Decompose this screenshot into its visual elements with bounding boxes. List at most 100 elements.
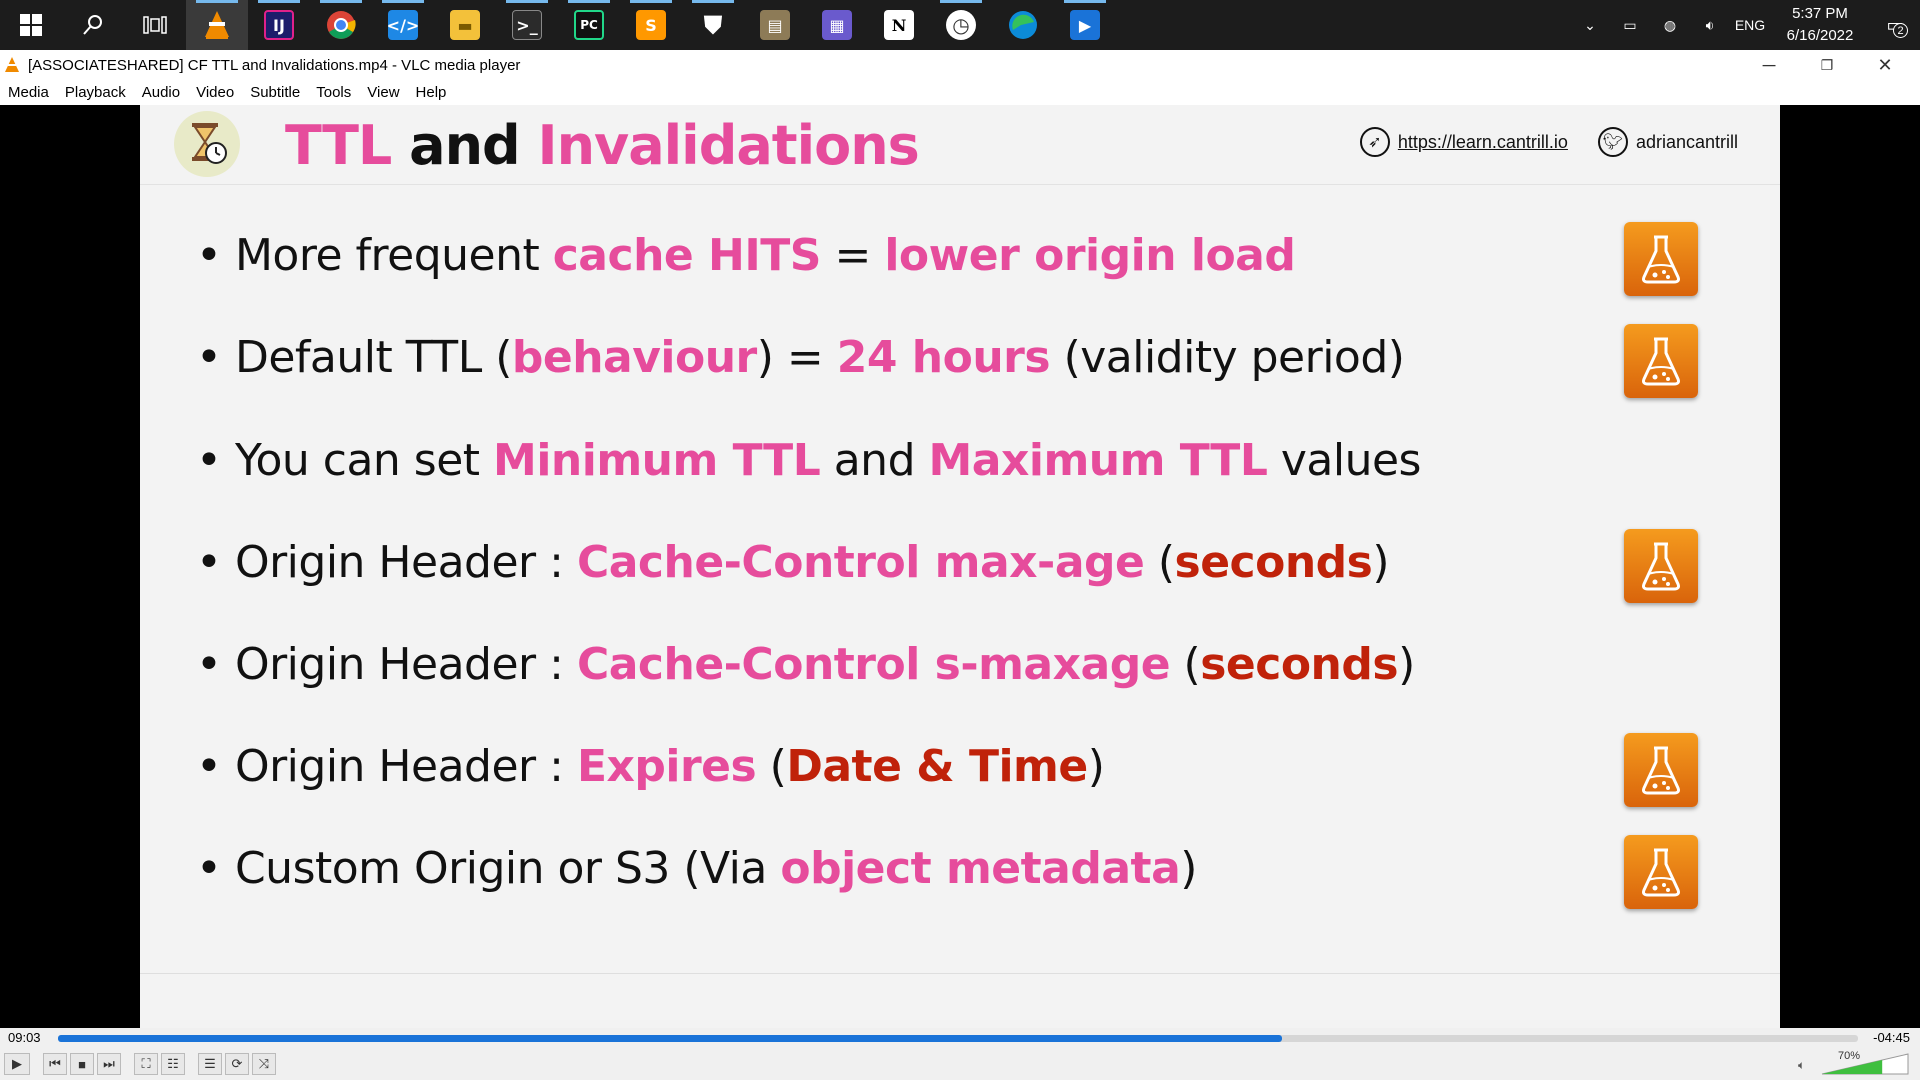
volume-icon[interactable]: 🔉︎ bbox=[1690, 0, 1730, 50]
bullet-item: • Custom Origin or S3 (Via object metada… bbox=[196, 843, 1197, 894]
taskbar-clock-app[interactable]: ◷ bbox=[930, 0, 992, 50]
bullet-segment: cache HITS bbox=[552, 230, 822, 281]
menu-video[interactable]: Video bbox=[188, 84, 242, 101]
lab-flask-icon[interactable] bbox=[1624, 324, 1698, 398]
fullscreen-button[interactable]: ⛶ bbox=[134, 1053, 158, 1075]
edge-icon bbox=[1009, 11, 1037, 39]
previous-button[interactable]: ⏮ bbox=[43, 1053, 67, 1075]
elapsed-time: 09:03 bbox=[8, 1030, 41, 1045]
language-indicator[interactable]: ENG bbox=[1730, 0, 1770, 50]
shield-icon: ⛊ bbox=[704, 11, 722, 39]
network-globe-icon[interactable]: ◍ bbox=[1650, 0, 1690, 50]
restore-button[interactable]: ❐ bbox=[1798, 50, 1856, 80]
playlist-icon: ☰ bbox=[204, 1056, 216, 1071]
bullet-segment: ) bbox=[1372, 537, 1390, 588]
taskbar-intellij[interactable]: IJ bbox=[248, 0, 310, 50]
bullet-segment: = bbox=[820, 230, 885, 281]
taskbar-vscode[interactable]: </> bbox=[372, 0, 434, 50]
lab-flask-icon[interactable] bbox=[1624, 733, 1698, 807]
task-view-icon bbox=[143, 16, 167, 34]
minimize-button[interactable]: ─ bbox=[1740, 50, 1798, 80]
notification-center-button[interactable]: ▭ 2 bbox=[1870, 0, 1920, 50]
vlc-cone-icon bbox=[205, 11, 229, 39]
learn-link[interactable]: https://learn.cantrill.io bbox=[1398, 132, 1568, 153]
volume-percent: 70% bbox=[1837, 1050, 1860, 1062]
loop-button[interactable]: ⟳ bbox=[225, 1053, 249, 1075]
bullet-segment: Expires bbox=[576, 741, 757, 792]
bullet-segment: Origin Header : bbox=[234, 741, 577, 792]
bullet-segment: Custom Origin or S3 (Via bbox=[234, 843, 781, 894]
taskbar-defender[interactable]: ⛊ bbox=[682, 0, 744, 50]
twitter-icon: 🐦︎ bbox=[1597, 127, 1628, 157]
taskbar-app-books[interactable]: ▤ bbox=[744, 0, 806, 50]
system-tray: ⌄ ▭ ◍ 🔉︎ ENG 5:37 PM 6/16/2022 ▭ 2 bbox=[1570, 0, 1920, 50]
start-button[interactable] bbox=[0, 0, 62, 50]
extended-settings-button[interactable]: ☷ bbox=[161, 1053, 185, 1075]
menu-help[interactable]: Help bbox=[408, 84, 455, 101]
taskbar-app-media[interactable]: ▦ bbox=[806, 0, 868, 50]
close-button[interactable]: ✕ bbox=[1856, 50, 1914, 80]
bullet-item: • More frequent cache HITS = lower origi… bbox=[196, 230, 1296, 281]
bullet-dot: • bbox=[196, 741, 235, 792]
tray-overflow-chevron-icon[interactable]: ⌄ bbox=[1570, 0, 1610, 50]
folder-icon: ▬ bbox=[450, 10, 480, 40]
seek-bar[interactable] bbox=[58, 1035, 1858, 1042]
bullet-segment: ( bbox=[756, 741, 787, 792]
battery-icon[interactable]: ▭ bbox=[1610, 0, 1650, 50]
bullet-segment: ) bbox=[1180, 843, 1197, 894]
bullet-segment: ) = bbox=[756, 332, 837, 383]
clock-icon: ◷ bbox=[946, 10, 976, 40]
taskbar-vlc[interactable] bbox=[186, 0, 248, 50]
bullet-segment: More frequent bbox=[234, 230, 553, 281]
lab-flask-icon[interactable] bbox=[1624, 222, 1698, 296]
volume-slider[interactable]: 🔈︎ 70% bbox=[1798, 1050, 1910, 1076]
play-button[interactable]: ▶ bbox=[4, 1053, 30, 1075]
menu-audio[interactable]: Audio bbox=[134, 84, 188, 101]
menu-playback[interactable]: Playback bbox=[57, 84, 134, 101]
playlist-button[interactable]: ☰ bbox=[198, 1053, 222, 1075]
bullet-segment: object metadata bbox=[780, 843, 1181, 894]
slide-links: ➶ https://learn.cantrill.io 🐦︎ adriancan… bbox=[1359, 127, 1738, 157]
bullet-segment: Origin Header : bbox=[234, 537, 577, 588]
menu-subtitle[interactable]: Subtitle bbox=[242, 84, 308, 101]
next-button[interactable]: ⏭ bbox=[97, 1053, 121, 1075]
taskbar-clock[interactable]: 5:37 PM 6/16/2022 bbox=[1770, 3, 1870, 47]
equalizer-icon: ☷ bbox=[167, 1056, 179, 1071]
taskbar-chrome[interactable] bbox=[310, 0, 372, 50]
taskbar-notion[interactable]: N bbox=[868, 0, 930, 50]
lab-flask-icon[interactable] bbox=[1624, 529, 1698, 603]
lab-flask-icon[interactable] bbox=[1624, 835, 1698, 909]
shuffle-icon: ⤨ bbox=[258, 1056, 270, 1071]
stop-button[interactable]: ■ bbox=[70, 1053, 94, 1075]
task-view-button[interactable] bbox=[124, 0, 186, 50]
bullet-segment: and bbox=[820, 435, 929, 486]
bullet-segment: Maximum TTL bbox=[928, 435, 1268, 486]
title-ttl: TTL bbox=[285, 114, 392, 177]
bullet-dot: • bbox=[196, 843, 235, 894]
taskbar-edge[interactable] bbox=[992, 0, 1054, 50]
bullet-item: • You can set Minimum TTL and Maximum TT… bbox=[196, 435, 1421, 486]
shuffle-button[interactable]: ⤨ bbox=[252, 1053, 276, 1075]
taskbar-sublime[interactable]: S bbox=[620, 0, 682, 50]
next-icon: ⏭ bbox=[103, 1056, 115, 1071]
media-app-icon: ▦ bbox=[822, 10, 852, 40]
search-button[interactable] bbox=[62, 0, 124, 50]
bullet-item: • Origin Header : Cache-Control max-age … bbox=[196, 537, 1390, 588]
menu-media[interactable]: Media bbox=[0, 84, 57, 101]
play-icon: ▶ bbox=[12, 1056, 22, 1071]
taskbar-explorer[interactable]: ▬ bbox=[434, 0, 496, 50]
video-area[interactable]: TTL and Invalidations ➶ https://learn.ca… bbox=[0, 105, 1920, 1028]
bullet-segment: ( bbox=[1144, 537, 1175, 588]
taskbar-pycharm[interactable]: PC bbox=[558, 0, 620, 50]
bullet-item: • Origin Header : Cache-Control s-maxage… bbox=[196, 639, 1415, 690]
window-title: [ASSOCIATESHARED] CF TTL and Invalidatio… bbox=[28, 56, 521, 74]
bullet-dot: • bbox=[196, 435, 235, 486]
bullet-item: • Default TTL (behaviour) = 24 hours (va… bbox=[196, 332, 1405, 383]
pycharm-icon: PC bbox=[574, 10, 604, 40]
taskbar-terminal[interactable]: >_ bbox=[496, 0, 558, 50]
menu-tools[interactable]: Tools bbox=[308, 84, 359, 101]
bullet-segment: Cache-Control s-maxage bbox=[576, 639, 1171, 690]
taskbar-video-app[interactable]: ▶ bbox=[1054, 0, 1116, 50]
taskbar: IJ </> ▬ >_ PC S ⛊ ▤ ▦ N ◷ ▶ ⌄ ▭ ◍ 🔉︎ EN… bbox=[0, 0, 1920, 50]
menu-view[interactable]: View bbox=[359, 84, 407, 101]
